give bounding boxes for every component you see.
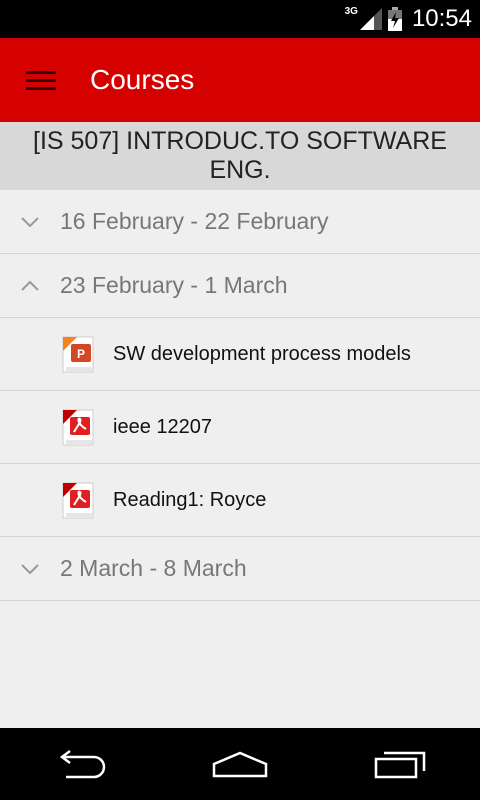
chevron-up-icon	[0, 280, 60, 292]
recent-apps-icon	[374, 751, 426, 779]
file-item[interactable]: ieee 12207	[0, 391, 480, 464]
back-icon	[59, 750, 106, 779]
file-label: SW development process models	[113, 342, 411, 365]
home-icon	[212, 751, 268, 778]
pdf-icon	[60, 407, 96, 447]
file-item[interactable]: P SW development process models	[0, 318, 480, 391]
back-button[interactable]	[20, 728, 140, 800]
recent-apps-button[interactable]	[340, 728, 460, 800]
status-bar: 3G 10:54	[0, 0, 480, 38]
svg-text:P: P	[77, 347, 85, 361]
network-type: 3G	[344, 6, 358, 17]
signal-icon	[359, 8, 382, 30]
file-label: Reading1: Royce	[113, 488, 267, 511]
clock: 10:54	[411, 5, 472, 32]
app-bar: Courses	[0, 38, 480, 122]
week-row[interactable]: 2 March - 8 March	[0, 537, 480, 601]
file-label: ieee 12207	[113, 415, 212, 438]
chevron-down-icon	[0, 216, 60, 228]
battery-icon	[387, 7, 402, 31]
week-label: 16 February - 22 February	[60, 208, 329, 234]
page-title: Courses	[90, 64, 195, 95]
powerpoint-icon: P	[60, 334, 96, 374]
course-title: [IS 507] INTRODUC.TO SOFTWARE ENG.	[0, 122, 480, 190]
week-row[interactable]: 16 February - 22 February	[0, 190, 480, 254]
pdf-icon	[60, 480, 96, 520]
file-item[interactable]: Reading1: Royce	[0, 464, 480, 537]
chevron-down-icon	[0, 563, 60, 575]
menu-button[interactable]	[0, 38, 82, 122]
week-row[interactable]: 23 February - 1 March	[0, 254, 480, 318]
course-content: [IS 507] INTRODUC.TO SOFTWARE ENG. 16 Fe…	[0, 122, 480, 728]
navigation-bar	[0, 728, 480, 800]
home-button[interactable]	[180, 728, 300, 800]
hamburger-icon	[26, 66, 56, 95]
week-label: 23 February - 1 March	[60, 272, 288, 298]
week-label: 2 March - 8 March	[60, 555, 247, 581]
